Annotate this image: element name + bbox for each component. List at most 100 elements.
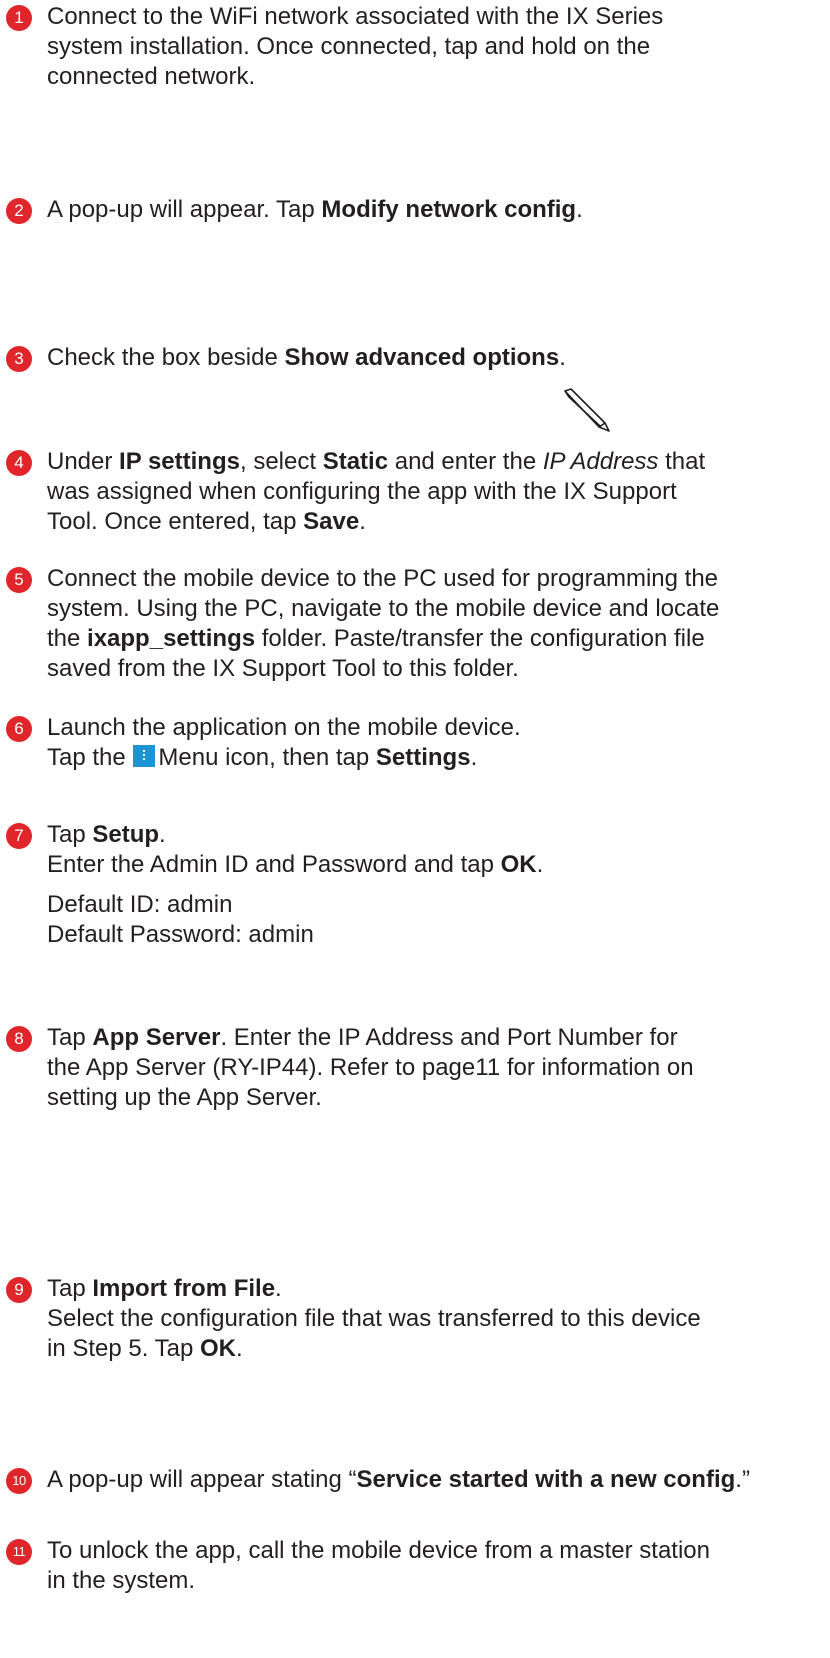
- step-8-text: Tap App Server. Enter the IP Address and…: [47, 1023, 817, 1113]
- bold-term: Modify network config: [321, 196, 577, 223]
- bold-term: Settings: [375, 744, 471, 771]
- text-run: Tap: [47, 1275, 93, 1302]
- text-line: in the system.: [47, 1566, 817, 1596]
- text-line: Check the box beside Show advanced optio…: [47, 343, 817, 373]
- bold-term: IP settings: [119, 448, 240, 475]
- text-line: setting up the App Server.: [47, 1083, 817, 1113]
- text-run: .”: [735, 1466, 750, 1493]
- text-run: Connect the mobile device to the PC used…: [47, 565, 719, 592]
- text-run: To unlock the app, call the mobile devic…: [47, 1537, 710, 1564]
- text-line: A pop-up will appear. Tap Modify network…: [47, 195, 817, 225]
- text-line: system. Using the PC, navigate to the mo…: [47, 594, 817, 624]
- text-line: Tap App Server. Enter the IP Address and…: [47, 1023, 817, 1053]
- text-run: Tool. Once entered, tap: [47, 508, 304, 535]
- text-run: .: [470, 744, 478, 771]
- step-9-text: Tap Import from File. Select the configur…: [47, 1274, 817, 1364]
- step-number-badge: 8: [6, 1026, 32, 1052]
- text-line: the ixapp_settings folder. Paste/transfe…: [47, 624, 817, 654]
- text-line: Select the configuration file that was t…: [47, 1304, 817, 1334]
- text-run: Tap: [47, 1024, 93, 1051]
- step-6-text: Launch the application on the mobile dev…: [47, 713, 817, 773]
- text-run: .: [559, 344, 566, 371]
- text-line: Default ID: admin: [47, 890, 817, 920]
- text-run: and enter the: [388, 448, 543, 475]
- text-run: Default ID: admin: [47, 891, 233, 918]
- step-number-badge: 6: [6, 716, 32, 742]
- step-number-badge: 4: [6, 450, 32, 476]
- step-4-text: Under IP settings, select Static and ent…: [47, 447, 817, 537]
- text-run: system installation. Once connected, tap…: [47, 33, 651, 60]
- text-run: Select the configuration file that was t…: [47, 1305, 701, 1332]
- text-run: .: [359, 508, 366, 535]
- text-line: Tap Setup.: [47, 820, 817, 850]
- text-run: Tap: [47, 821, 93, 848]
- text-run: setting up the App Server.: [47, 1084, 322, 1111]
- text-line: Launch the application on the mobile dev…: [47, 713, 817, 743]
- bold-term: Import from File: [92, 1275, 276, 1302]
- bold-term: Setup: [92, 821, 160, 848]
- text-run: .: [275, 1275, 282, 1302]
- text-run: the App Server (RY-IP44). Refer to page1…: [47, 1054, 694, 1081]
- bold-term: ixapp_settings: [87, 625, 256, 652]
- text-line: Default Password: admin: [47, 920, 817, 950]
- text-line: Connect the mobile device to the PC used…: [47, 564, 817, 594]
- text-run: that: [658, 448, 706, 475]
- text-run: Default Password: admin: [47, 921, 314, 948]
- bold-term: Static: [322, 448, 389, 475]
- step-number-badge: 10: [6, 1468, 32, 1494]
- text-run: .: [536, 851, 544, 878]
- text-run: in Step 5. Tap: [47, 1335, 200, 1362]
- text-run: Menu icon, then tap: [158, 744, 376, 771]
- text-line: system installation. Once connected, tap…: [47, 32, 817, 62]
- step-number-badge: 5: [6, 567, 32, 593]
- menu-icon: [133, 745, 156, 767]
- step-number-badge: 3: [6, 346, 32, 372]
- bold-term: OK: [200, 1335, 236, 1362]
- pencil-icon: [564, 388, 610, 432]
- text-line: Tap the Menu icon, then tap Settings.: [47, 743, 817, 773]
- text-run: A pop-up will appear. Tap: [47, 196, 322, 223]
- text-run: . Enter the IP Address and Port Number f…: [220, 1024, 678, 1051]
- text-run: the: [47, 625, 88, 652]
- text-line: in Step 5. Tap OK.: [47, 1334, 817, 1364]
- text-line: To unlock the app, call the mobile devic…: [47, 1536, 817, 1566]
- step-number-badge: 1: [6, 5, 32, 31]
- text-run: Connect to the WiFi network associated w…: [47, 3, 664, 30]
- step-5-text: Connect the mobile device to the PC used…: [47, 564, 817, 684]
- step-1-text: Connect to the WiFi network associated w…: [47, 2, 817, 92]
- text-line: Enter the Admin ID and Password and tap …: [47, 850, 817, 880]
- step-number-badge: 7: [6, 823, 32, 849]
- step-number-badge: 9: [6, 1277, 32, 1303]
- text-run: Launch the application on the mobile dev…: [47, 714, 521, 741]
- step-7-text: Tap Setup. Enter the Admin ID and Passwor…: [47, 820, 817, 950]
- bold-term: OK: [500, 851, 537, 878]
- text-run: .: [159, 821, 166, 848]
- step-11-text: To unlock the app, call the mobile devic…: [47, 1536, 817, 1596]
- step-10-text: A pop-up will appear stating “Service st…: [47, 1465, 817, 1495]
- text-run: .: [576, 196, 583, 223]
- text-run: saved from the IX Support Tool to this f…: [47, 655, 519, 682]
- text-line: Connect to the WiFi network associated w…: [47, 2, 817, 32]
- text-line: was assigned when configuring the app wi…: [47, 477, 817, 507]
- text-line: Under IP settings, select Static and ent…: [47, 447, 817, 477]
- text-run: , select: [239, 448, 323, 475]
- step-number-badge: 11: [6, 1539, 32, 1565]
- text-run: folder. Paste/transfer the configuration…: [255, 625, 705, 652]
- text-run: A pop-up will appear stating “: [47, 1466, 357, 1493]
- text-run: Enter the Admin ID and Password and tap: [47, 851, 501, 878]
- italic-term: IP Address: [542, 448, 659, 475]
- text-run: Tap the: [47, 744, 133, 771]
- bold-term: Service started with a new config: [356, 1466, 736, 1493]
- text-line: saved from the IX Support Tool to this f…: [47, 654, 817, 684]
- step-3-text: Check the box beside Show advanced optio…: [47, 343, 817, 373]
- text-run: Under: [47, 448, 120, 475]
- text-line: Tap Import from File.: [47, 1274, 817, 1304]
- text-run: system. Using the PC, navigate to the mo…: [47, 595, 720, 622]
- text-line: Tool. Once entered, tap Save.: [47, 507, 817, 537]
- text-line: the App Server (RY-IP44). Refer to page1…: [47, 1053, 817, 1083]
- text-run: in the system.: [47, 1567, 196, 1594]
- text-run: connected network.: [47, 63, 256, 90]
- bold-term: Show advanced options: [284, 344, 560, 371]
- text-run: Check the box beside: [47, 344, 285, 371]
